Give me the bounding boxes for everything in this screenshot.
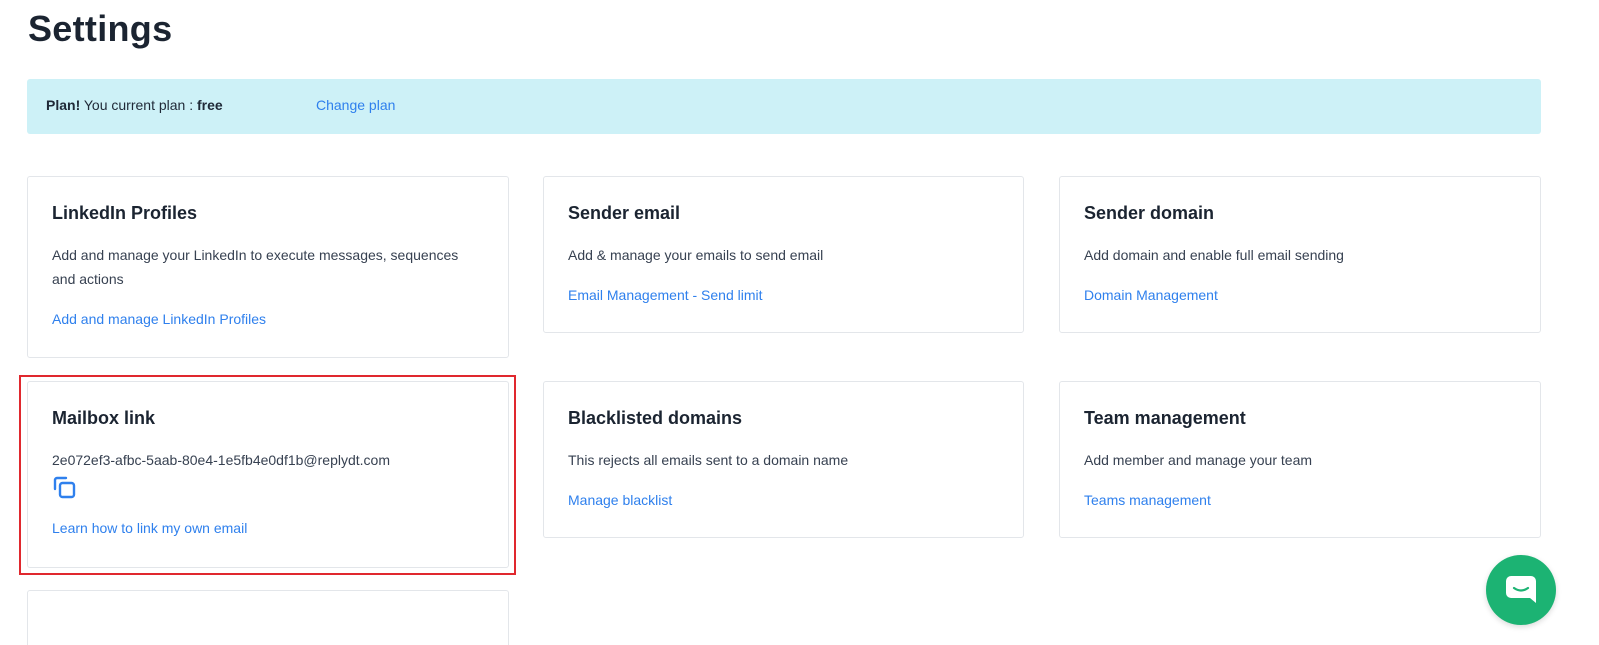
plan-label: Plan! <box>46 97 81 113</box>
card-blacklisted-domains: Blacklisted domains This rejects all ema… <box>543 381 1024 538</box>
card-sender-email: Sender email Add & manage your emails to… <box>543 176 1024 333</box>
chat-bubble-icon <box>1506 576 1536 603</box>
card-team-management: Team management Add member and manage yo… <box>1059 381 1541 538</box>
mailbox-address: 2e072ef3-afbc-5aab-80e4-1e5fb4e0df1b@rep… <box>52 452 391 468</box>
manage-linkedin-profiles-link[interactable]: Add and manage LinkedIn Profiles <box>52 311 266 327</box>
card-title: Mailbox link <box>52 408 156 428</box>
card-mailbox-link: Mailbox link 2e072ef3-afbc-5aab-80e4-1e5… <box>27 381 509 568</box>
page-title: Settings <box>28 8 173 49</box>
chat-button[interactable] <box>1486 555 1556 625</box>
card-title: Sender email <box>568 203 681 223</box>
teams-management-link[interactable]: Teams management <box>1084 492 1211 508</box>
plan-text: Plan! You current plan : free <box>46 97 223 113</box>
email-management-link[interactable]: Email Management - Send limit <box>568 287 763 303</box>
card-title: Team management <box>1084 408 1246 428</box>
card-title: LinkedIn Profiles <box>52 203 198 223</box>
card-title: Sender domain <box>1084 203 1215 223</box>
manage-blacklist-link[interactable]: Manage blacklist <box>568 492 672 508</box>
domain-management-link[interactable]: Domain Management <box>1084 287 1218 303</box>
plan-description: You current plan : <box>83 97 194 113</box>
card-sender-domain: Sender domain Add domain and enable full… <box>1059 176 1541 333</box>
plan-value: free <box>197 97 223 113</box>
card-partial <box>27 590 509 645</box>
card-title: Blacklisted domains <box>568 408 743 428</box>
plan-banner: Plan! You current plan : free Change pla… <box>27 79 1541 134</box>
card-description: Add & manage your emails to send email <box>568 247 824 263</box>
card-description: Add domain and enable full email sending <box>1084 247 1344 263</box>
learn-link-own-email-link[interactable]: Learn how to link my own email <box>52 520 247 536</box>
card-description: Add and manage your LinkedIn to execute … <box>52 247 459 287</box>
card-linkedin-profiles: LinkedIn Profiles Add and manage your Li… <box>27 176 509 358</box>
change-plan-link[interactable]: Change plan <box>316 97 395 113</box>
copy-icon[interactable] <box>52 475 78 501</box>
card-description: Add member and manage your team <box>1084 452 1313 468</box>
card-description: This rejects all emails sent to a domain… <box>568 452 849 468</box>
settings-page: Settings Plan! You current plan : free C… <box>0 0 1599 645</box>
